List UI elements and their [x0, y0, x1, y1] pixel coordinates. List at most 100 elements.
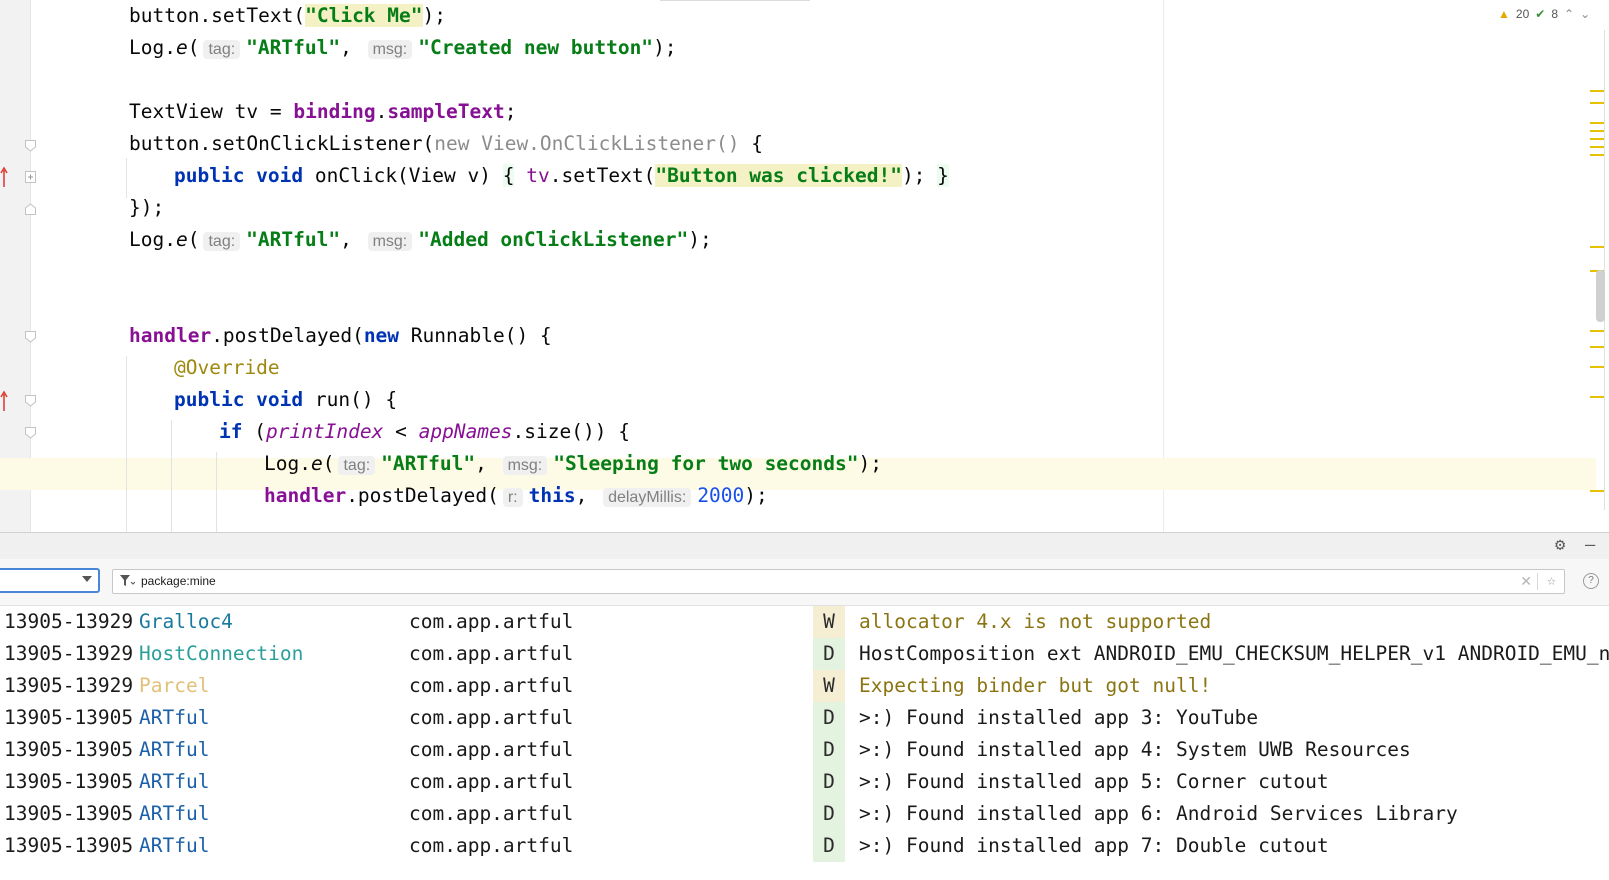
error-stripe-mark[interactable] — [1590, 246, 1604, 248]
error-stripe-mark[interactable] — [1590, 122, 1604, 124]
log-tag: ARTful — [139, 802, 210, 825]
device-selector[interactable] — [0, 568, 100, 593]
log-row[interactable]: 13905-13929 HostConnection com.app.artfu… — [0, 638, 1609, 670]
code-line[interactable]: Log.e(tag: "ARTful", msg: "Added onClickLi… — [129, 224, 712, 256]
inspection-widget[interactable]: ▲ 20 ✔ 8 ⌃ ⌄ — [1498, 5, 1590, 23]
log-level-badge: W — [813, 606, 845, 638]
code-editor[interactable]: button.setText("Click Me"); Log.e(tag: "A… — [0, 0, 1609, 532]
code-line[interactable]: if (printIndex < appNames.size()) { — [219, 416, 630, 448]
error-stripe-mark[interactable] — [1590, 130, 1604, 132]
warning-icon: ▲ — [1498, 7, 1510, 21]
previous-highlight-icon[interactable]: ⌃ — [1564, 7, 1574, 21]
param-hint: r: — [502, 488, 523, 507]
log-tag: ARTful — [139, 738, 210, 761]
log-row[interactable]: 13905-13905 ARTful com.app.artful D >:) … — [0, 830, 1609, 862]
fold-marker-icon[interactable] — [25, 331, 36, 343]
code-line[interactable]: TextView tv = binding.sampleText; — [129, 96, 516, 128]
log-message: HostComposition ext ANDROID_EMU_CHECKSUM… — [859, 642, 1609, 665]
weak-warning-icon: ✔ — [1535, 7, 1546, 21]
implements-method-icon[interactable] — [0, 390, 10, 412]
log-row[interactable]: 13905-13905 ARTful com.app.artful D >:) … — [0, 734, 1609, 766]
error-stripe-mark[interactable] — [1590, 330, 1604, 332]
code-line[interactable]: Log.e(tag: "ARTful", msg: "Created new but… — [129, 32, 677, 64]
error-stripe-mark[interactable] — [1590, 366, 1604, 368]
error-stripe-mark[interactable] — [1590, 90, 1604, 92]
indent-guide — [126, 158, 127, 198]
fold-marker-icon[interactable] — [25, 395, 36, 407]
code-line[interactable]: public void run() { — [174, 384, 397, 416]
filter-query-text[interactable]: package:mine — [141, 573, 216, 590]
log-package: com.app.artful — [409, 674, 574, 697]
log-tag: HostConnection — [139, 642, 304, 665]
code-line[interactable]: handler.postDelayed(new Runnable() { — [129, 320, 552, 352]
code-line[interactable]: }); — [129, 192, 164, 224]
code-line[interactable]: handler.postDelayed(r: this, delayMillis:… — [264, 480, 768, 512]
indent-guide — [171, 420, 172, 532]
code-line[interactable]: @Override — [174, 352, 280, 384]
help-icon[interactable]: ? — [1583, 573, 1599, 589]
fold-marker-icon[interactable] — [25, 140, 36, 152]
star-icon[interactable]: ☆ — [1547, 571, 1556, 590]
divider — [1537, 573, 1538, 590]
log-message: >:) Found installed app 6: Android Servi… — [859, 802, 1458, 825]
log-level-badge: D — [813, 734, 845, 766]
log-row[interactable]: 13905-13905 ARTful com.app.artful D >:) … — [0, 766, 1609, 798]
fold-end-icon[interactable] — [25, 203, 36, 215]
log-pid: 13905-13905 — [4, 834, 134, 857]
scrollbar-track[interactable] — [1604, 30, 1605, 510]
log-row[interactable]: 13905-13905 ARTful com.app.artful D >:) … — [0, 798, 1609, 830]
log-tag: ARTful — [139, 834, 210, 857]
log-message: >:) Found installed app 4: System UWB Re… — [859, 738, 1411, 761]
scrollbar-thumb[interactable] — [1596, 270, 1605, 322]
error-stripe-mark[interactable] — [1590, 138, 1604, 140]
log-pid: 13905-13929 — [4, 610, 134, 633]
error-stripe-mark[interactable] — [1590, 146, 1604, 148]
param-hint: msg: — [367, 232, 413, 251]
fold-expand-icon[interactable] — [25, 171, 36, 183]
minimize-icon[interactable]: — — [1585, 535, 1595, 555]
indent-guide — [126, 356, 127, 532]
code-line[interactable]: public void onClick(View v) { tv.setText… — [174, 160, 949, 192]
log-row[interactable]: 13905-13929 Parcel com.app.artful W Expe… — [0, 670, 1609, 702]
log-message: >:) Found installed app 5: Corner cutout — [859, 770, 1329, 793]
right-margin-guide — [1163, 0, 1164, 532]
log-package: com.app.artful — [409, 802, 574, 825]
log-package: com.app.artful — [409, 770, 574, 793]
param-hint: tag: — [338, 456, 376, 475]
logcat-filter-input[interactable]: package:mine ✕ ☆ — [112, 569, 1565, 594]
error-stripe-mark[interactable] — [1590, 396, 1604, 398]
param-hint: delayMillis: — [603, 488, 692, 507]
error-stripe-mark[interactable] — [1590, 490, 1604, 492]
error-stripe-mark[interactable] — [1590, 154, 1604, 156]
log-row[interactable]: 13905-13905 ARTful com.app.artful D >:) … — [0, 702, 1609, 734]
log-level-badge: D — [813, 638, 845, 670]
clear-icon[interactable]: ✕ — [1520, 572, 1532, 590]
chevron-down-icon[interactable] — [82, 576, 92, 582]
log-package: com.app.artful — [409, 706, 574, 729]
log-level-badge: D — [813, 766, 845, 798]
param-hint: msg: — [502, 456, 548, 475]
filter-icon[interactable] — [119, 574, 135, 588]
log-package: com.app.artful — [409, 610, 574, 633]
log-level-badge: D — [813, 830, 845, 862]
code-line[interactable]: button.setText("Click Me"); — [129, 0, 446, 32]
error-stripe-mark[interactable] — [1590, 102, 1604, 104]
code-line[interactable]: button.setOnClickListener(new View.OnCli… — [129, 128, 763, 160]
weak-warning-count: 8 — [1551, 7, 1558, 21]
gear-icon[interactable]: ⚙ — [1555, 535, 1565, 555]
log-tag: Parcel — [139, 674, 210, 697]
code-line[interactable]: Log.e(tag: "ARTful", msg: "Sleeping for tw… — [264, 448, 882, 480]
log-message: >:) Found installed app 3: YouTube — [859, 706, 1259, 729]
error-stripe-mark[interactable] — [1590, 346, 1604, 348]
log-message: allocator 4.x is not supported — [859, 610, 1212, 633]
log-message: Expecting binder but got null! — [859, 674, 1212, 697]
log-level-badge: D — [813, 798, 845, 830]
param-hint: tag: — [203, 232, 241, 251]
gutter-divider — [30, 0, 31, 532]
implements-method-icon[interactable] — [0, 166, 10, 188]
editor-gutter[interactable] — [0, 0, 30, 532]
log-row[interactable]: 13905-13929 Gralloc4 com.app.artful W al… — [0, 606, 1609, 638]
logcat-list[interactable]: 13905-13929 Gralloc4 com.app.artful W al… — [0, 606, 1609, 880]
fold-marker-icon[interactable] — [25, 427, 36, 439]
next-highlight-icon[interactable]: ⌄ — [1580, 7, 1590, 21]
